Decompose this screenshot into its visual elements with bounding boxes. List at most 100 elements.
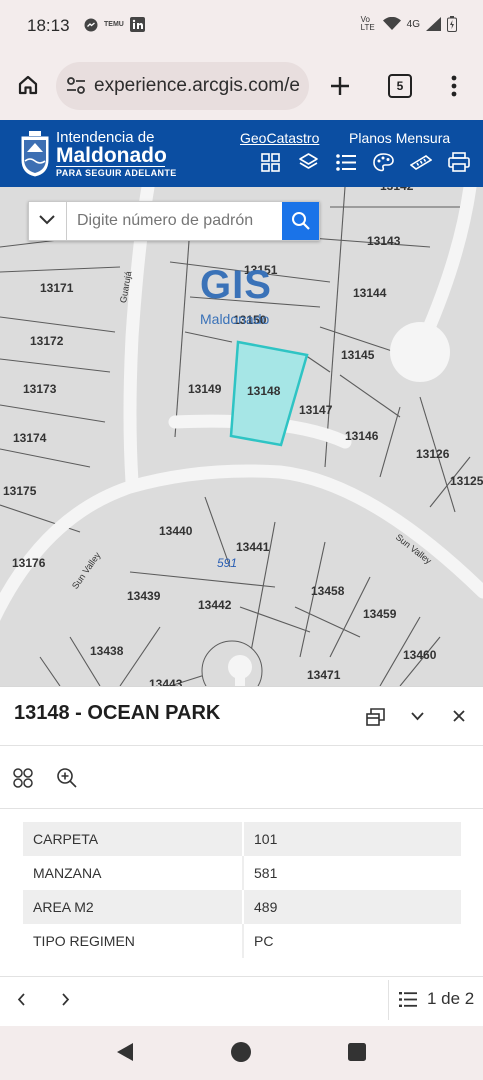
grid-icon[interactable] — [261, 153, 280, 172]
home-nav-icon[interactable] — [231, 1042, 251, 1062]
table-row: TIPO REGIMEN PC — [23, 924, 461, 958]
cul-de-sac-top — [390, 322, 450, 382]
parcel-label: 13146 — [345, 429, 379, 443]
parcel-label: 13458 — [311, 584, 345, 598]
status-bar: 18:13 TEMU Vo LTE 4G — [0, 0, 483, 52]
logo-title-line2: Maldonado — [56, 144, 167, 167]
parcel-label: 13142 — [380, 187, 413, 193]
recents-icon[interactable] — [348, 1043, 366, 1061]
site-header: Intendencia de Maldonado PARA SEGUIR ADE… — [0, 120, 483, 187]
parcel-search — [28, 201, 320, 241]
previous-icon[interactable] — [17, 993, 26, 1006]
geocatastro-link[interactable]: GeoCatastro — [240, 130, 319, 146]
field-key: TIPO REGIMEN — [23, 924, 244, 958]
parcel-label: 13173 — [23, 382, 57, 396]
field-value: 581 — [242, 856, 461, 890]
feature-list-icon[interactable] — [399, 991, 417, 1008]
field-value: 101 — [242, 822, 461, 856]
parcel-label: 13460 — [403, 648, 437, 662]
parcel-label: 13147 — [299, 403, 333, 417]
gis-watermark-text: GIS — [200, 263, 272, 307]
back-icon[interactable] — [116, 1042, 134, 1062]
maldonado-logo — [20, 131, 50, 178]
planos-mensura-link[interactable]: Planos Mensura — [349, 130, 450, 146]
tab-switcher-button[interactable]: 5 — [388, 74, 412, 98]
network-type: 4G — [406, 18, 420, 30]
parcel-label: 13145 — [341, 348, 375, 362]
divider — [0, 745, 483, 746]
parcel-label: 13441 — [236, 540, 270, 554]
list-icon[interactable] — [336, 154, 356, 171]
messenger-icon — [84, 18, 98, 31]
logo-tagline: PARA SEGUIR ADELANTE — [56, 168, 177, 178]
block-label: 591 — [217, 556, 238, 570]
parcel-search-input[interactable] — [66, 202, 295, 240]
address-bar[interactable]: experience.arcgis.com/e — [56, 62, 309, 110]
browser-toolbar: experience.arcgis.com/e 5 — [0, 52, 483, 120]
parcel-label: 13176 — [12, 556, 46, 570]
field-key: MANZANA — [23, 856, 244, 890]
parcel-label: 13144 — [353, 286, 387, 300]
parcel-label: 13126 — [416, 447, 450, 461]
table-row: CARPETA 101 — [23, 822, 461, 856]
parcel-label: 13175 — [3, 484, 37, 498]
collapse-chevron-icon[interactable] — [411, 712, 424, 721]
new-tab-icon[interactable] — [330, 76, 350, 96]
parcel-label: 13125 — [450, 474, 483, 488]
pager-divider — [388, 980, 389, 1020]
status-time: 18:13 — [27, 16, 70, 35]
parcel-label: 13149 — [188, 382, 222, 396]
search-icon — [292, 212, 310, 230]
temu-icon: TEMU — [104, 21, 124, 28]
system-icons: Vo LTE 4G — [361, 16, 457, 32]
parcel-label: 13440 — [159, 524, 193, 538]
zoom-to-group-icon[interactable] — [12, 767, 34, 789]
linkedin-icon — [129, 17, 145, 32]
print-icon[interactable] — [448, 152, 470, 172]
parcel-label-selected: 13148 — [247, 384, 281, 398]
home-icon[interactable] — [17, 74, 39, 96]
parcel-label: 13172 — [30, 334, 64, 348]
palette-icon[interactable] — [373, 153, 394, 172]
table-row: MANZANA 581 — [23, 856, 461, 890]
field-key: CARPETA — [23, 822, 243, 856]
parcel-label: 13143 — [367, 234, 401, 248]
field-value: PC — [242, 924, 461, 958]
map-view[interactable]: 13142 13143 13144 13145 13146 13147 1314… — [0, 187, 483, 686]
measure-icon[interactable] — [410, 154, 432, 170]
system-nav-bar — [0, 1026, 483, 1080]
parcel-label: 13174 — [13, 431, 47, 445]
table-row: AREA M2 489 — [23, 890, 461, 924]
dock-icon[interactable] — [366, 707, 385, 726]
parcel-label: 13171 — [40, 281, 74, 295]
next-icon[interactable] — [61, 993, 70, 1006]
volte-label: Vo LTE — [360, 15, 375, 32]
parcel-label: 13439 — [127, 589, 161, 603]
gis-watermark-subtext: Maldonado — [200, 311, 270, 327]
parcel-label: 13438 — [90, 644, 124, 658]
url-text: experience.arcgis.com/e — [94, 75, 300, 96]
more-menu-icon[interactable] — [451, 75, 457, 97]
search-button[interactable] — [282, 202, 319, 240]
pager-text: 1 de 2 — [427, 989, 475, 1008]
parcel-label: 13459 — [363, 607, 397, 621]
logo-divider — [56, 166, 165, 167]
field-key: AREA M2 — [23, 890, 243, 924]
close-icon[interactable] — [453, 710, 465, 722]
chevron-down-icon[interactable] — [39, 215, 55, 225]
parcel-label: 13471 — [307, 668, 341, 682]
notification-icons: TEMU — [84, 17, 145, 32]
field-value: 489 — [242, 890, 461, 924]
gis-maldonado-watermark: GIS Maldonado — [198, 263, 288, 329]
parcel-label: 13443 — [149, 677, 183, 686]
signal-icon — [426, 17, 441, 31]
zoom-in-icon[interactable] — [56, 767, 78, 789]
attributes-table: CARPETA 101 MANZANA 581 AREA M2 489 TIPO RE… — [23, 822, 461, 958]
site-settings-icon[interactable] — [66, 77, 86, 95]
wifi-icon — [382, 17, 401, 30]
popup-title: 13148 - OCEAN PARK — [14, 702, 221, 724]
parcel-label: 13442 — [198, 598, 232, 612]
layers-icon[interactable] — [298, 152, 319, 173]
divider — [0, 976, 483, 977]
battery-icon — [447, 16, 457, 32]
